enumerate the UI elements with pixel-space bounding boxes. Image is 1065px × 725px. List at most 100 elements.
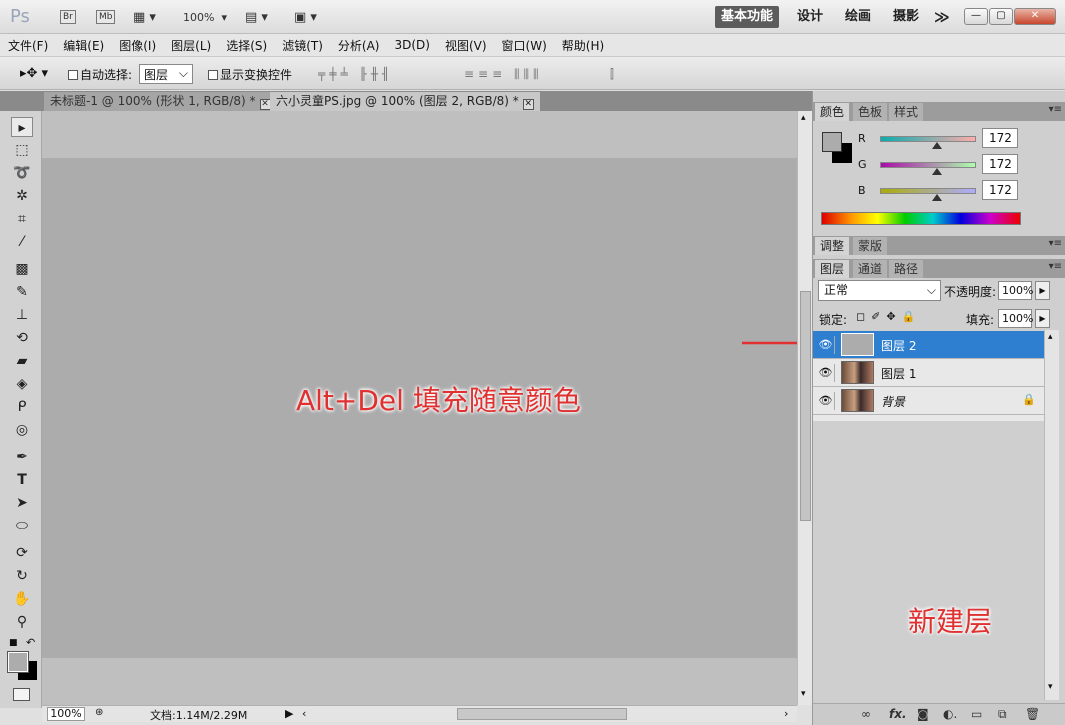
workspace-photography[interactable]: 摄影 [893, 6, 919, 28]
adjustment-layer-icon[interactable]: ◐. [943, 707, 957, 721]
path-selection-tool-icon[interactable]: ➤ [11, 493, 33, 513]
3d-rotate-tool-icon[interactable]: ⟳ [11, 543, 33, 563]
ellipse-tool-icon[interactable]: ⬭ [11, 516, 33, 536]
panel-menu-icon[interactable]: ▾≡ [1049, 104, 1062, 115]
sponge-tool-icon[interactable]: ◎ [11, 420, 33, 440]
workspace-painting[interactable]: 绘画 [845, 6, 871, 28]
brush-tool-icon[interactable]: ✎ [11, 282, 33, 302]
menu-select[interactable]: 选择(S) [226, 37, 267, 54]
mini-bridge-button[interactable]: Mb [96, 8, 116, 26]
arrange-documents-icon[interactable]: ▤ ▾ [245, 8, 268, 26]
new-layer-icon[interactable]: ⧉ [998, 707, 1007, 722]
tab-six-little-ps[interactable]: 六小灵童PS.jpg @ 100% (图层 2, RGB/8) * ✕ [270, 92, 540, 111]
3d-orbit-tool-icon[interactable]: ↻ [11, 566, 33, 586]
close-tab-icon[interactable]: ✕ [522, 99, 534, 110]
swap-colors-icon[interactable]: ↶ [26, 636, 35, 649]
opacity-slider-arrow-icon[interactable]: ▶ [1035, 281, 1050, 300]
red-slider[interactable] [880, 136, 976, 142]
history-brush-tool-icon[interactable]: ⟲ [11, 328, 33, 348]
type-tool-icon[interactable]: T [11, 470, 33, 490]
blue-value-input[interactable]: 172 [982, 180, 1018, 200]
close-tab-icon[interactable]: ✕ [259, 99, 271, 110]
move-tool-icon[interactable]: ▸ [11, 117, 33, 137]
status-zoom-input[interactable]: 100% [47, 707, 85, 721]
default-colors-icon[interactable]: ■ [9, 638, 18, 648]
healing-brush-tool-icon[interactable]: ▩ [11, 259, 33, 279]
delete-layer-icon[interactable]: 🗑 [1025, 707, 1040, 721]
tab-masks[interactable]: 蒙版 [853, 237, 888, 255]
paint-bucket-tool-icon[interactable]: ◈ [11, 374, 33, 394]
foreground-color-swatch[interactable] [7, 651, 29, 673]
tab-untitled-1[interactable]: 未标题-1 @ 100% (形状 1, RGB/8) * ✕ [44, 92, 277, 111]
layer-row-layer-2[interactable]: 👁 图层 2 [813, 331, 1050, 359]
menu-filter[interactable]: 滤镜(T) [282, 37, 323, 54]
workspace-more-icon[interactable]: ≫ [934, 6, 950, 28]
green-slider-handle[interactable] [932, 168, 942, 175]
menu-view[interactable]: 视图(V) [445, 37, 487, 54]
tab-channels[interactable]: 通道 [853, 260, 888, 278]
new-group-icon[interactable]: ▭ [971, 707, 982, 721]
move-tool-preset-icon[interactable]: ▸✥ ▾ [20, 66, 48, 81]
workspace-essentials[interactable]: 基本功能 [715, 6, 780, 28]
dodge-tool-icon[interactable]: ᑭ [11, 397, 33, 417]
scroll-left-icon[interactable]: ‹ [302, 707, 306, 720]
menu-analysis[interactable]: 分析(A) [338, 37, 380, 54]
auto-select-dropdown[interactable]: 图层 ⌵ [139, 64, 193, 84]
status-info-icon[interactable]: ⊛ [95, 707, 103, 718]
visibility-eye-icon[interactable]: 👁 [817, 392, 835, 410]
close-button[interactable]: ✕ [1014, 8, 1056, 25]
align-icons[interactable]: ╤╪╧ ╟╫╢ [318, 67, 393, 81]
menu-3d[interactable]: 3D(D) [394, 38, 429, 52]
blue-slider[interactable] [880, 188, 976, 194]
color-spectrum-ramp[interactable] [821, 212, 1021, 225]
quick-select-tool-icon[interactable]: ✲ [11, 186, 33, 206]
blue-slider-handle[interactable] [932, 194, 942, 201]
marquee-tool-icon[interactable]: ⬚ [11, 140, 33, 160]
menu-file[interactable]: 文件(F) [8, 37, 48, 54]
scroll-up-icon[interactable]: ▴ [1048, 332, 1053, 342]
panel-menu-icon[interactable]: ▾≡ [1049, 261, 1062, 272]
tab-layers[interactable]: 图层 [815, 260, 850, 278]
red-slider-handle[interactable] [932, 142, 942, 149]
opacity-input[interactable]: 100% [998, 281, 1033, 300]
quick-mask-icon[interactable] [13, 688, 30, 701]
fill-input[interactable]: 100% [998, 309, 1033, 328]
screen-mode-icon[interactable]: ▣ ▾ [294, 8, 317, 26]
minimize-button[interactable]: — [964, 8, 988, 25]
eyedropper-tool-icon[interactable]: ⁄ [11, 232, 33, 252]
link-layers-icon[interactable]: ∞ [861, 707, 871, 721]
crop-tool-icon[interactable]: ⌗ [11, 209, 33, 229]
menu-layer[interactable]: 图层(L) [171, 37, 211, 54]
green-value-input[interactable]: 172 [982, 154, 1018, 174]
eraser-tool-icon[interactable]: ▰ [11, 351, 33, 371]
tab-paths[interactable]: 路径 [889, 260, 924, 278]
hand-tool-icon[interactable]: ✋ [11, 589, 33, 609]
scroll-down-icon[interactable]: ▾ [1048, 682, 1053, 692]
scroll-down-icon[interactable]: ▾ [801, 689, 806, 699]
tab-swatches[interactable]: 色板 [853, 103, 888, 121]
auto-align-icon[interactable]: ⫿ [610, 67, 618, 82]
green-slider[interactable] [880, 162, 976, 168]
menu-window[interactable]: 窗口(W) [502, 37, 547, 54]
zoom-tool-icon[interactable]: ⚲ [11, 612, 33, 632]
pen-tool-icon[interactable]: ✒ [11, 447, 33, 467]
menu-image[interactable]: 图像(I) [119, 37, 156, 54]
layer-style-icon[interactable]: fx. [889, 707, 907, 721]
canvas-vertical-scrollbar[interactable]: ▴ ▾ [797, 111, 812, 705]
menu-help[interactable]: 帮助(H) [562, 37, 604, 54]
scrollbar-thumb[interactable] [800, 291, 811, 521]
layer-row-background[interactable]: 👁 背景 🔒 [813, 387, 1050, 415]
workspace-design[interactable]: 设计 [797, 6, 823, 28]
lasso-tool-icon[interactable]: ➰ [11, 163, 33, 183]
distribute-icons[interactable]: ≡≡≡ ⫼⫼⫼ [464, 67, 543, 82]
bridge-button[interactable]: Br [60, 8, 76, 26]
add-mask-icon[interactable]: ◙ [917, 707, 929, 721]
layers-scrollbar[interactable]: ▴ ▾ [1044, 330, 1059, 700]
horizontal-scrollbar-thumb[interactable] [457, 708, 627, 720]
red-value-input[interactable]: 172 [982, 128, 1018, 148]
zoom-level-dropdown[interactable]: 100% ▾ [183, 8, 227, 26]
blend-mode-dropdown[interactable]: 正常 ⌵ [818, 280, 941, 301]
lock-options-icons[interactable]: ◻✐✥🔒 [856, 310, 921, 323]
show-transform-checkbox[interactable]: 显示变换控件 [208, 66, 292, 83]
tab-color[interactable]: 颜色 [815, 103, 850, 121]
